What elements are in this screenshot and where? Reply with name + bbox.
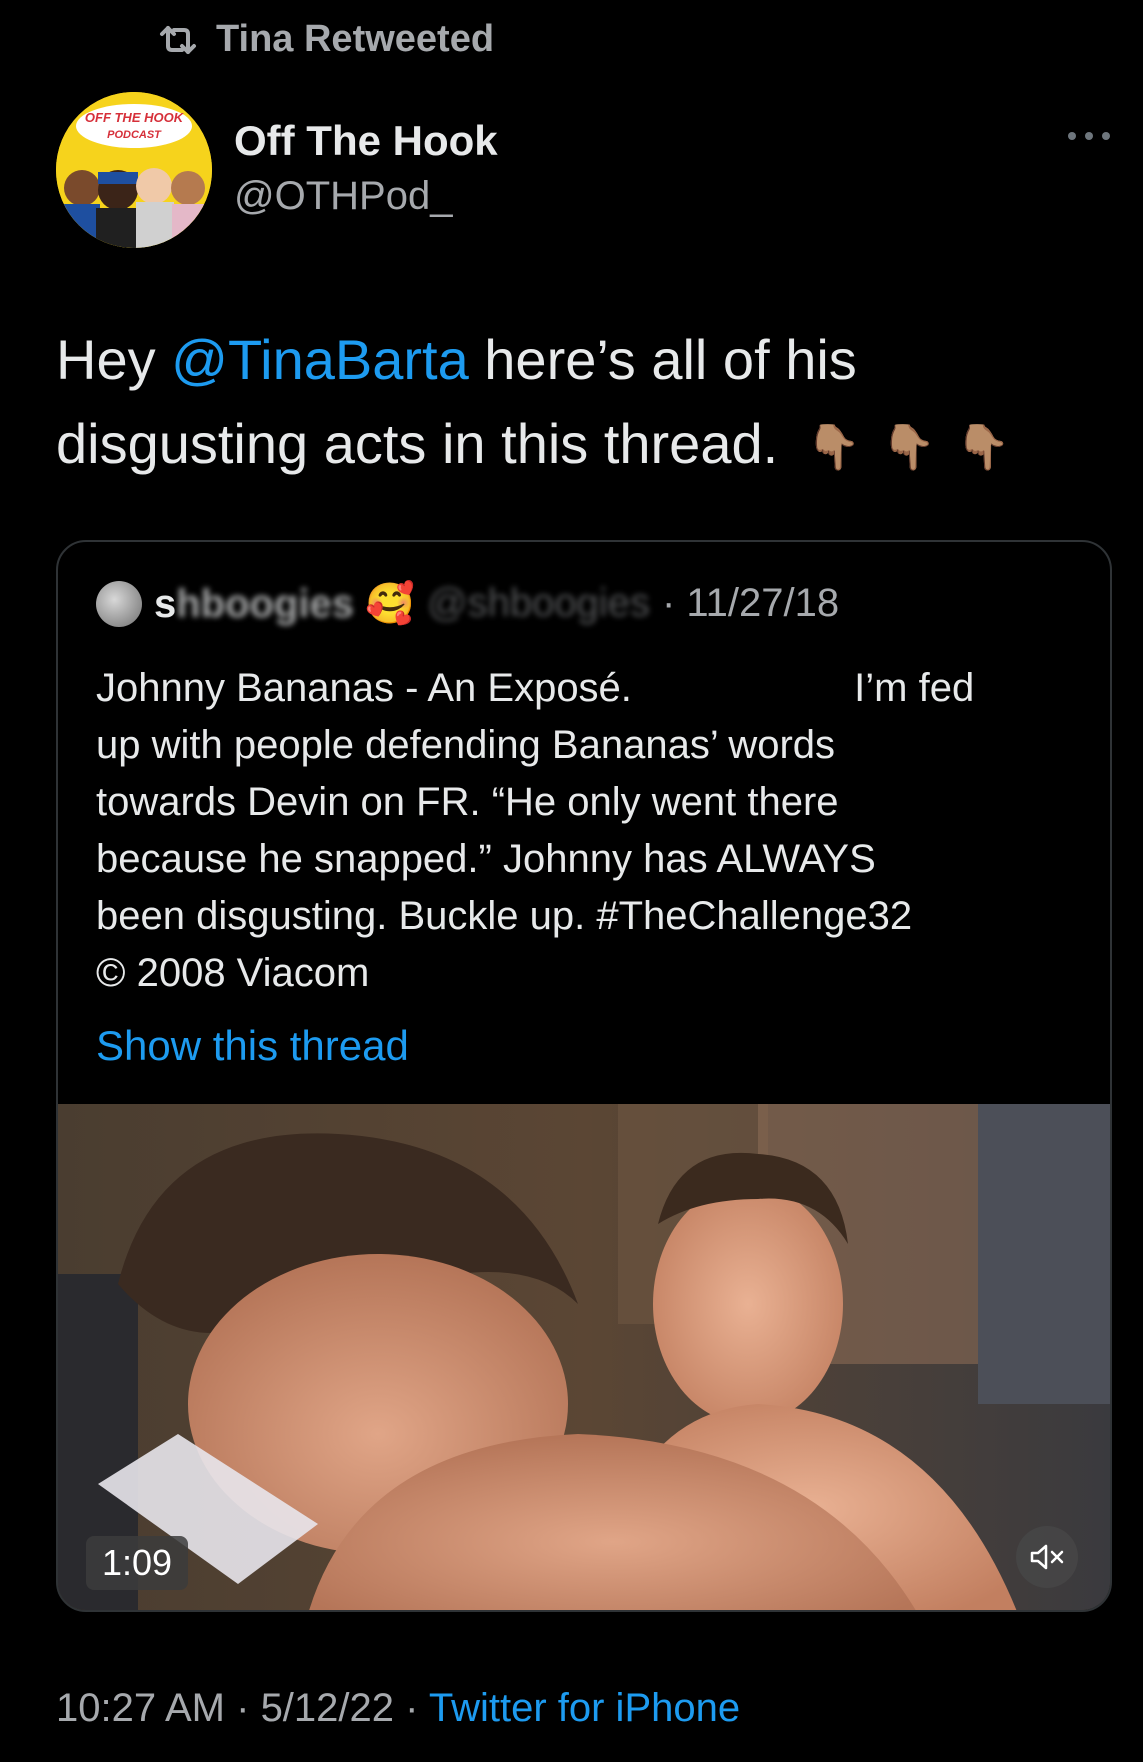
tweet-text: Hey @TinaBarta here’s all of his disgust… [56,318,1106,490]
quoted-user-handle[interactable]: @shboogies [427,581,650,626]
tweet-text-start: Hey [56,328,172,391]
pointing-down-emoji: 👇🏽 [880,423,936,473]
smiling-hearts-emoji: 🥰 [365,582,415,626]
quoted-text-line: because he snapped.” Johnny has ALWAYS [96,837,876,881]
video-duration: 1:09 [86,1536,189,1590]
quoted-user-avatar[interactable] [96,580,142,627]
footer-separator: · [225,1686,261,1730]
quoted-user-name[interactable]: shboogies 🥰 [154,580,415,627]
show-thread-link[interactable]: Show this thread [96,1022,409,1070]
tweet-time[interactable]: 10:27 AM [56,1686,225,1730]
svg-text:PODCAST: PODCAST [107,129,162,141]
tweet-source-link[interactable]: Twitter for iPhone [429,1686,740,1730]
quoted-tweet-text: Johnny Bananas - An Exposé. I’m fed up w… [96,660,1086,1002]
quoted-tweet-date: · 11/27/18 [661,581,840,625]
retweet-label[interactable]: Tina Retweeted [216,18,494,61]
quoted-text-line: Johnny Bananas - An Exposé. I’m fed [96,666,975,710]
video-frame [58,1104,1110,1610]
video-player[interactable]: 1:09 [58,1104,1110,1610]
more-icon[interactable] [1066,126,1112,146]
tweet-footer: 10:27 AM · 5/12/22 · Twitter for iPhone [56,1686,740,1731]
svg-text:OFF THE HOOK: OFF THE HOOK [85,110,185,125]
retweet-icon [158,24,198,56]
quoted-text-line: © 2008 Viacom [96,951,370,995]
pointing-down-emoji-row: 👇🏽 👇🏽 👇🏽 [806,406,1010,490]
muted-speaker-icon[interactable] [1016,1526,1078,1588]
author-handle[interactable]: @OTHPod_ [234,174,452,219]
pointing-down-emoji: 👇🏽 [955,423,1011,473]
retweet-header: Tina Retweeted [158,18,494,61]
quoted-text-line: up with people defending Bananas’ words [96,723,836,767]
quoted-text-line: been disgusting. Buckle up. #TheChalleng… [96,894,913,938]
author-name[interactable]: Off The Hook [234,117,498,165]
quoted-text-line: towards Devin on FR. “He only went there [96,780,839,824]
tweet-date[interactable]: 5/12/22 [261,1686,394,1730]
pointing-down-emoji: 👇🏽 [806,423,861,473]
author-avatar[interactable]: OFF THE HOOK PODCAST [56,92,212,248]
footer-separator: · [394,1686,429,1730]
mention-link[interactable]: @TinaBarta [171,328,469,391]
quoted-tweet-header: shboogies 🥰 @shboogies · 11/27/18 [96,580,839,627]
quoted-tweet-card[interactable]: shboogies 🥰 @shboogies · 11/27/18 Johnny… [56,540,1112,1612]
